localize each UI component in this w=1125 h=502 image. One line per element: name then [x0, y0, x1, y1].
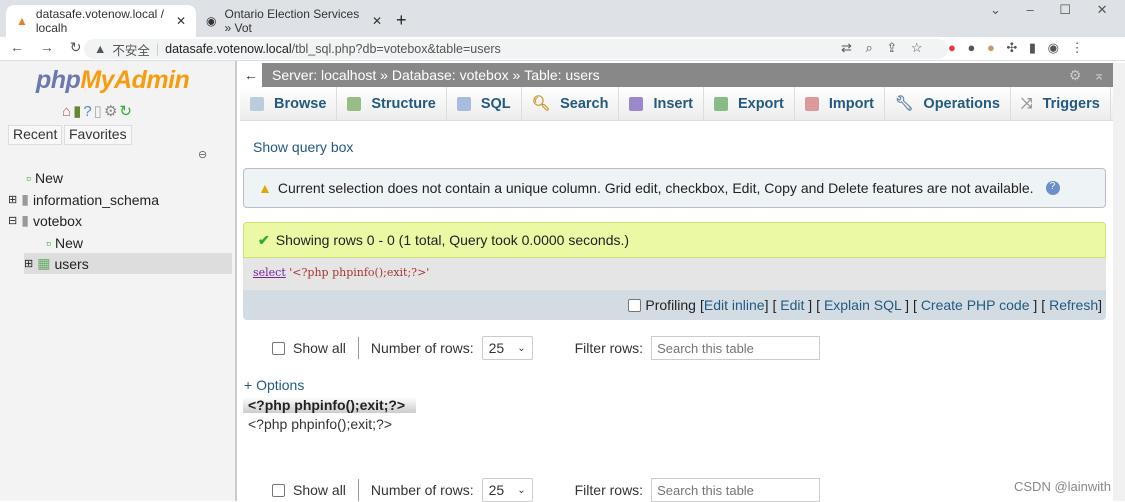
url-bar[interactable]: ▲ 不安全 | datasafe.votenow.local/tbl_sql.php?…: [84, 39, 948, 59]
tab-export[interactable]: Export: [704, 87, 795, 120]
sql-keyword[interactable]: select: [253, 266, 286, 279]
table-cell: <?php phpinfo();exit;?>: [248, 416, 392, 432]
refresh-link[interactable]: Refresh: [1049, 297, 1098, 313]
globe-icon: ◉: [206, 14, 217, 28]
breadcrumb-database[interactable]: Database: votebox: [392, 67, 509, 83]
collapse-nav-button[interactable]: ←: [240, 63, 262, 87]
tree-item-users[interactable]: ⊞ ▦ users: [24, 253, 232, 274]
tab-triggers[interactable]: ⤨ Triggers: [1011, 87, 1111, 120]
sql-icon: [456, 96, 471, 111]
omnibox-icons[interactable]: ⇄ ⌕ ⇪ ☆: [841, 40, 923, 56]
recent-button[interactable]: Recent: [8, 125, 63, 145]
sidebar-icons[interactable]: ⌂▮?▯⚙↻: [62, 102, 134, 120]
insert-icon: [629, 96, 644, 111]
home-icon: ⌂: [62, 103, 74, 120]
browser-tab[interactable]: ◉ Ontario Election Services » Vot ✕: [196, 5, 392, 37]
show-all-label: Show all: [293, 482, 346, 498]
url-path: /tbl_sql.php?db=votebox&table=users: [291, 42, 501, 56]
breadcrumb: ← Server: localhost » Database: votebox …: [240, 63, 1113, 87]
tab-operations[interactable]: 🔧︎ Operations: [885, 87, 1011, 120]
browse-icon: [250, 96, 264, 111]
success-message: ✔ Showing rows 0 - 0 (1 total, Query took…: [243, 222, 1106, 258]
query-actions: Profiling [Edit inline] [ Edit ] [ Expla…: [243, 290, 1106, 320]
tree-item-votebox-new[interactable]: ▫ New: [46, 232, 83, 253]
link-icon[interactable]: ⊖: [198, 148, 207, 161]
profiling-checkbox[interactable]: [628, 298, 642, 312]
filter-label: Filter rows:: [574, 482, 644, 498]
new-tab-icon[interactable]: +: [396, 10, 407, 31]
logout-icon: ▮: [73, 103, 84, 120]
wrench-icon: 🔧︎: [895, 96, 914, 112]
show-all-label: Show all: [293, 340, 346, 356]
filter-rows-input[interactable]: [651, 336, 821, 360]
edit-inline-link[interactable]: Edit inline: [704, 297, 765, 313]
import-icon: [804, 96, 819, 111]
tab-title: Ontario Election Services » Vot: [224, 7, 360, 35]
pma-icon: ▲: [16, 14, 28, 28]
tab-sql[interactable]: SQL: [447, 87, 522, 120]
tab-browse[interactable]: Browse: [240, 87, 338, 120]
edit-link[interactable]: Edit: [780, 297, 804, 313]
options-link[interactable]: + Options: [244, 377, 304, 393]
window-controls[interactable]: ⌄ – ☐ ✕: [990, 2, 1108, 18]
tab-insert[interactable]: Insert: [619, 87, 704, 120]
settings-icon[interactable]: ⚙ ⌅: [1069, 67, 1105, 84]
show-query-box-link[interactable]: Show query box: [253, 139, 353, 155]
triggers-icon: ⤨: [1020, 95, 1033, 112]
create-php-code-link[interactable]: Create PHP code: [921, 297, 1030, 313]
filter-rows-input[interactable]: [651, 478, 821, 502]
profiling-label: Profiling: [645, 297, 696, 313]
warning-icon: ▲: [258, 180, 272, 196]
help-icon[interactable]: ?: [1045, 181, 1060, 195]
sql-string: '<?php phpinfo();exit;?>': [289, 266, 430, 279]
num-rows-label: Number of rows:: [370, 482, 474, 498]
watermark: CSDN @lainwith: [1014, 479, 1111, 494]
breadcrumb-table[interactable]: Table: users: [524, 67, 599, 83]
tab-title: datasafe.votenow.local / localh: [35, 7, 164, 35]
explain-sql-link[interactable]: Explain SQL: [824, 297, 901, 313]
num-rows-select[interactable]: 25 ⌄: [481, 336, 533, 360]
close-tab-icon[interactable]: ✕: [176, 14, 186, 28]
show-all-checkbox[interactable]: [272, 341, 285, 355]
reload-icon: ↻: [119, 103, 134, 120]
close-tab-icon[interactable]: ✕: [372, 14, 382, 28]
search-icon: 🔍︎: [531, 96, 551, 112]
tree-item-information-schema[interactable]: ⊞ ▮ information_schema: [8, 189, 159, 210]
browser-tab-active[interactable]: ▲ datasafe.votenow.local / localh ✕: [6, 5, 196, 37]
url-host: datasafe.votenow.local: [165, 42, 292, 56]
tab-search[interactable]: 🔍︎ Search: [522, 87, 620, 120]
nav-buttons[interactable]: ← → ↻: [10, 39, 82, 56]
extension-icons[interactable]: ● ● ● ✣ ▮ ◉ ⋮: [948, 40, 1084, 56]
num-rows-select[interactable]: 25 ⌄: [481, 478, 533, 502]
settings-icon: ⚙: [103, 103, 120, 120]
column-header[interactable]: <?php phpinfo();exit;?>: [243, 397, 416, 413]
checkmark-icon: ✔: [258, 231, 270, 248]
sql-query: select '<?php phpinfo();exit;?>': [243, 258, 1106, 290]
tree-item-votebox[interactable]: ⊟ ▮ votebox: [8, 210, 82, 231]
navigation-controls-top: Show all Number of rows: 25 ⌄ Filter rows…: [272, 336, 821, 360]
security-label: 不安全: [112, 43, 150, 58]
warning-message: ▲ Current selection does not contain a un…: [243, 168, 1106, 208]
tab-structure[interactable]: Structure: [337, 87, 447, 120]
table-menu-tabs: Browse Structure SQL 🔍︎ Search Insert Exp…: [240, 87, 1113, 121]
phpmyadmin-logo[interactable]: phpMyAdmin: [36, 66, 190, 95]
favorites-button[interactable]: Favorites: [64, 125, 132, 145]
help-icon: ?: [83, 103, 94, 120]
export-icon: [713, 96, 728, 111]
filter-label: Filter rows:: [574, 340, 644, 356]
tab-import[interactable]: Import: [795, 87, 885, 120]
navigation-controls-bottom: Show all Number of rows: 25 ⌄ Filter rows…: [272, 478, 821, 502]
num-rows-label: Number of rows:: [370, 340, 474, 356]
scrollbar[interactable]: [1113, 63, 1125, 501]
breadcrumb-server[interactable]: Server: localhost: [272, 67, 376, 83]
tree-item-new[interactable]: ▫ New: [26, 167, 63, 188]
show-all-checkbox[interactable]: [272, 483, 285, 497]
structure-icon: [347, 96, 362, 111]
docs-icon: ▯: [93, 103, 104, 120]
warning-icon: ▲: [94, 42, 107, 56]
